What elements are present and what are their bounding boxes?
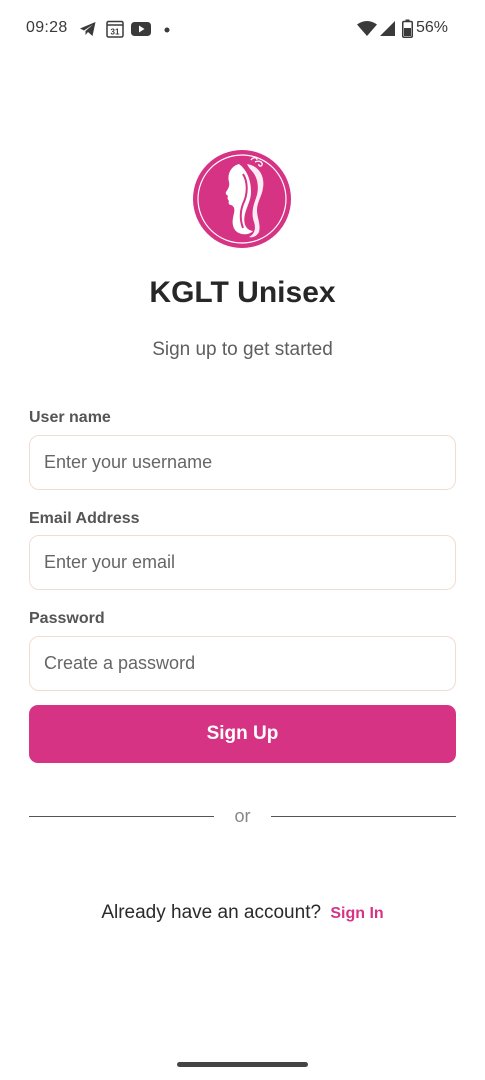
battery-icon <box>402 19 413 38</box>
status-bar: 09:28 31 56% <box>0 0 485 58</box>
calendar-icon: 31 <box>106 20 124 38</box>
sign-up-button[interactable]: Sign Up <box>29 705 456 763</box>
wifi-icon <box>357 21 377 36</box>
username-label: User name <box>29 409 111 426</box>
home-indicator[interactable] <box>177 1062 308 1067</box>
email-input[interactable] <box>29 535 456 590</box>
status-time: 09:28 <box>26 19 68 36</box>
signin-prompt-text: Already have an account? <box>101 902 322 923</box>
calendar-day: 31 <box>111 28 120 37</box>
notification-dot-icon <box>164 27 170 33</box>
telegram-icon <box>80 22 96 36</box>
signal-icon <box>380 21 395 36</box>
username-input[interactable] <box>29 435 456 490</box>
sign-in-link[interactable]: Sign In <box>330 905 383 922</box>
signin-prompt-row: Already have an account? Sign In <box>0 902 485 924</box>
app-title: KGLT Unisex <box>149 276 336 309</box>
password-input[interactable] <box>29 636 456 691</box>
battery-percentage: 56% <box>416 19 449 36</box>
email-label: Email Address <box>29 510 140 527</box>
page-subtitle: Sign up to get started <box>152 339 333 360</box>
password-label: Password <box>29 610 105 627</box>
youtube-icon <box>131 22 151 36</box>
divider-line-right <box>271 816 456 817</box>
brand-logo <box>193 150 291 248</box>
